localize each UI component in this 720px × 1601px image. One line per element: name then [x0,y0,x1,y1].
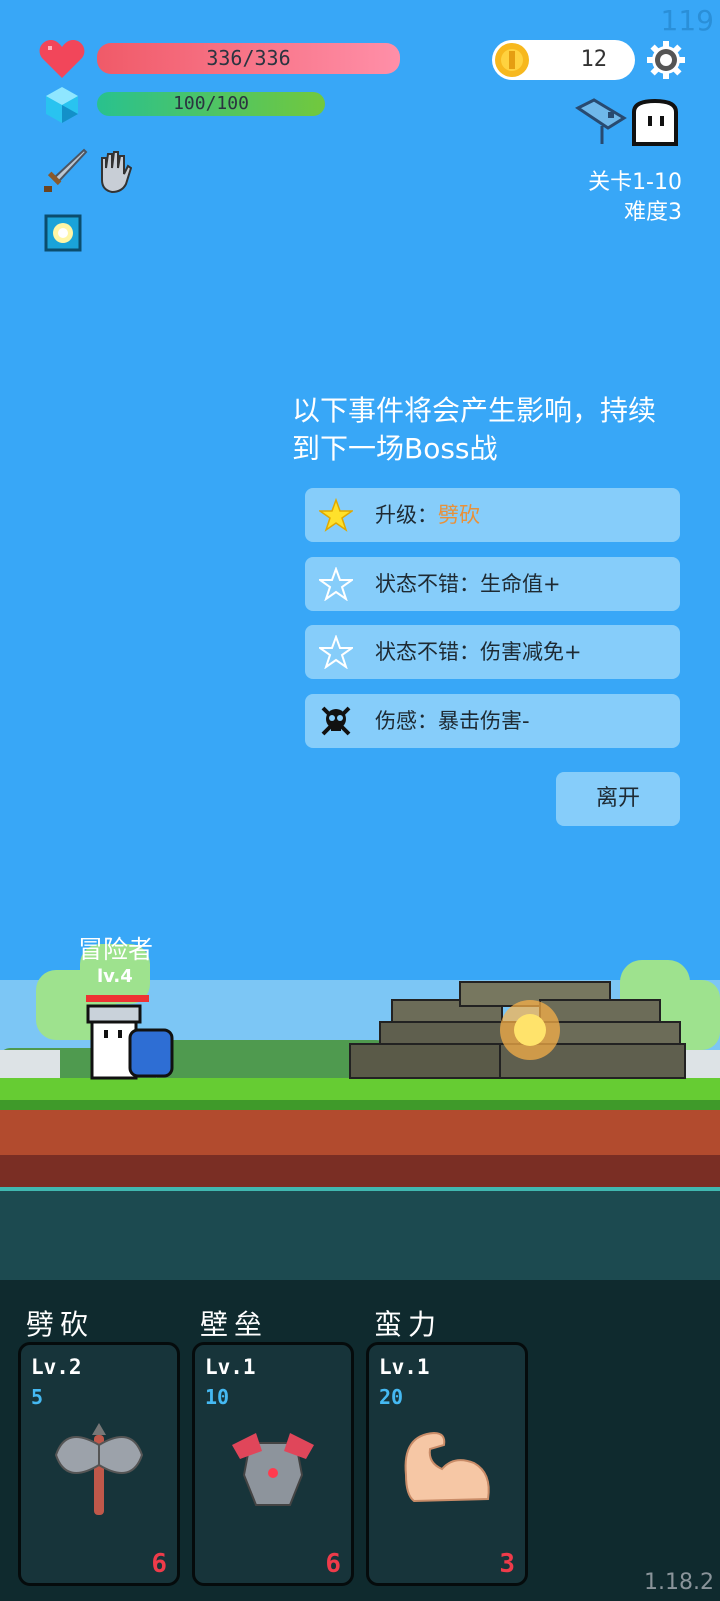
event-label: 状态不错：生命值+ [375,572,561,596]
sword-icon[interactable] [42,148,88,194]
axe-icon [54,1423,144,1515]
version-label: 1.18.2 [644,1570,714,1595]
skill-count: 3 [499,1549,515,1579]
skill-card-chop[interactable]: Lv.2 5 6 [18,1342,180,1586]
mana-gem-icon [46,87,78,123]
hero-name: 冒险者 [78,935,154,964]
stage-info: 关卡1-10 难度3 [588,168,682,228]
fps-counter: 119 [660,4,714,37]
mp-bar: 100/100 [97,92,325,116]
skill-card-bulwark[interactable]: Lv.1 10 6 [192,1342,354,1586]
hero-hp-bar [86,995,149,1002]
star-outline-icon [319,567,353,601]
ghost-icon[interactable] [630,98,680,148]
coin-value: 12 [580,47,608,72]
hand-glove-icon[interactable] [96,150,132,194]
event-title: 以下事件将会产生影响，持续到下一场Boss战 [292,394,657,465]
skill-card-brute-force[interactable]: Lv.1 20 3 [366,1342,528,1586]
skill-name: 劈砍 [26,1308,95,1341]
star-outline-icon [319,635,353,669]
hp-bar: 336/336 [97,43,400,74]
skill-count: 6 [325,1549,341,1579]
event-option-hp[interactable]: 状态不错：生命值+ [305,557,680,611]
gear-icon[interactable] [646,40,686,80]
skill-cost: 10 [205,1385,230,1409]
event-label: 状态不错：伤害减免+ [375,640,582,664]
star-filled-icon [319,498,353,532]
skill-cost: 5 [31,1385,44,1409]
skill-level: Lv.1 [379,1355,430,1379]
skill-level: Lv.2 [31,1355,82,1379]
skill-count: 6 [151,1549,167,1579]
skull-icon [321,706,351,736]
event-option-upgrade[interactable]: 升级：劈砍 [305,488,680,542]
event-label: 伤感：暴击伤害- [375,709,530,733]
skill-name: 蛮力 [374,1308,443,1341]
campfire-flame [500,1000,560,1060]
event-option-crit[interactable]: 伤感：暴击伤害- [305,694,680,748]
event-option-damage-reduction[interactable]: 状态不错：伤害减免+ [305,625,680,679]
buff-crystal-icon[interactable] [44,214,82,252]
hero-level: lv.4 [97,966,133,987]
skill-cost: 20 [379,1385,404,1409]
armor-icon [232,1433,314,1506]
skill-level: Lv.1 [205,1355,256,1379]
map-icon[interactable] [574,98,630,148]
event-label: 升级：劈砍 [375,503,480,527]
difficulty-label: 难度3 [624,200,682,225]
coin-counter: 12 [492,40,635,80]
muscle-arm-icon [404,1431,490,1503]
coin-icon [495,43,529,77]
event-highlight: 劈砍 [438,503,480,527]
stage-label: 关卡1-10 [588,170,682,195]
leave-button[interactable]: 离开 [556,772,680,826]
skill-name: 壁垒 [200,1308,269,1341]
heart-icon [39,40,85,78]
